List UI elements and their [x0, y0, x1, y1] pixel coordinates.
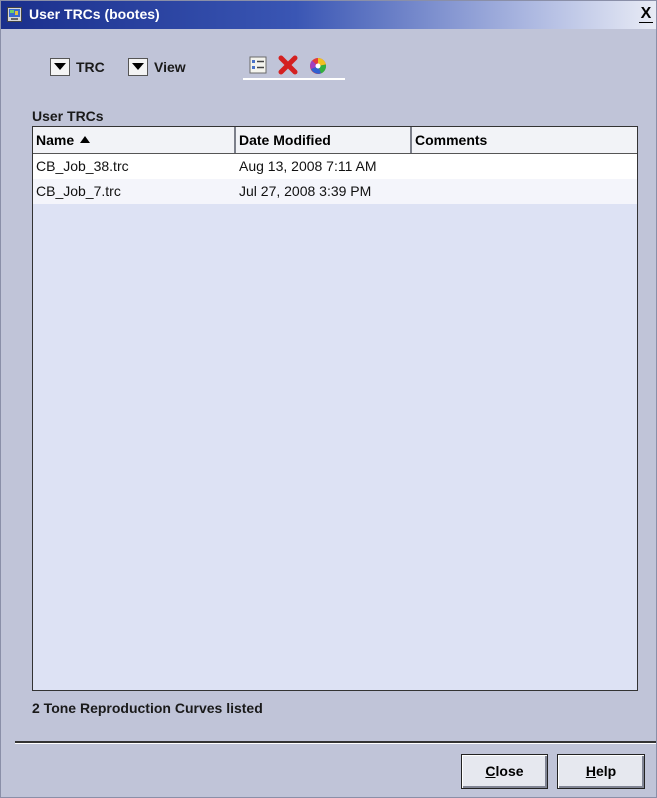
help-button[interactable]: Help	[557, 754, 645, 789]
close-button-mnemonic: C	[485, 763, 496, 779]
menu-view[interactable]: View	[128, 56, 186, 78]
menu-view-label: View	[154, 59, 186, 75]
column-header-name-label: Name	[36, 132, 75, 148]
title-bar[interactable]: User TRCs (bootes) X	[1, 1, 656, 29]
column-header-name[interactable]: Name	[33, 127, 236, 153]
cell-name: CB_Job_7.trc	[36, 183, 121, 199]
app-icon	[7, 7, 22, 22]
delete-icon[interactable]	[277, 54, 299, 76]
cell-date-modified: Jul 27, 2008 3:39 PM	[239, 183, 372, 199]
properties-icon[interactable]	[247, 54, 269, 76]
section-title: User TRCs	[32, 108, 104, 124]
table-row[interactable]: CB_Job_38.trc Aug 13, 2008 7:11 AM	[33, 154, 637, 179]
close-window-icon[interactable]: X	[638, 5, 654, 23]
dropdown-arrow-icon	[128, 58, 148, 76]
table-row[interactable]: CB_Job_7.trc Jul 27, 2008 3:39 PM	[33, 179, 637, 204]
user-trcs-dialog: User TRCs (bootes) X TRC View User TRCs …	[0, 0, 657, 798]
sort-ascending-icon	[80, 135, 91, 143]
window-title: User TRCs (bootes)	[29, 6, 160, 22]
menu-trc-label: TRC	[76, 59, 105, 75]
toolbar	[243, 52, 345, 80]
menu-trc[interactable]: TRC	[50, 56, 105, 78]
status-text: 2 Tone Reproduction Curves listed	[32, 700, 263, 716]
table-body: CB_Job_38.trc Aug 13, 2008 7:11 AM CB_Jo…	[33, 154, 637, 204]
cell-comments	[412, 154, 637, 179]
dropdown-arrow-icon	[50, 58, 70, 76]
help-button-label: elp	[595, 763, 617, 779]
cell-date-modified: Aug 13, 2008 7:11 AM	[239, 158, 377, 174]
column-header-date-modified[interactable]: Date Modified	[236, 127, 412, 153]
close-button-label: lose	[495, 763, 524, 779]
column-header-comments[interactable]: Comments	[412, 127, 637, 153]
cell-comments	[412, 179, 637, 204]
cell-name: CB_Job_38.trc	[36, 158, 129, 174]
close-button[interactable]: Close	[461, 754, 548, 789]
trc-table: Name Date Modified Comments CB_Job_38.tr…	[32, 126, 638, 691]
table-header: Name Date Modified Comments	[33, 127, 637, 154]
divider-highlight	[15, 743, 656, 744]
help-button-mnemonic: H	[585, 763, 596, 779]
color-wheel-icon[interactable]	[307, 54, 329, 76]
